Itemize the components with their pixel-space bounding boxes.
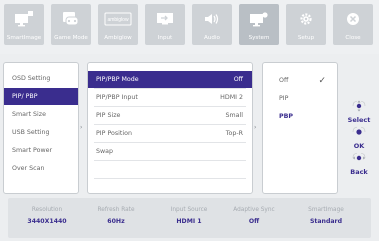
ok-control[interactable]: OK xyxy=(344,123,374,150)
gear-icon xyxy=(286,10,326,28)
back-control[interactable]: Back xyxy=(344,149,374,176)
menu-item-smart-power[interactable]: Smart Power xyxy=(4,142,78,159)
setting-row-pip-position[interactable]: PIP Position Top-R xyxy=(88,125,252,142)
menu-item-over-scan[interactable]: Over Scan xyxy=(4,160,78,177)
close-icon xyxy=(333,10,373,28)
ambiglow-logo-text: ambiglow xyxy=(107,17,129,23)
tab-label: SmartImage xyxy=(6,35,42,41)
tab-close[interactable]: Close xyxy=(333,4,373,45)
select-joystick-icon xyxy=(344,97,374,116)
system-icon xyxy=(239,10,279,28)
speaker-icon xyxy=(192,10,232,28)
tab-game-mode[interactable]: Game Mode xyxy=(51,4,91,45)
option-pip[interactable]: PIP xyxy=(263,90,337,107)
divider xyxy=(94,178,246,179)
input-icon xyxy=(145,10,185,28)
tab-audio[interactable]: Audio xyxy=(192,4,232,45)
option-pbp[interactable]: PBP xyxy=(263,108,337,125)
status-refresh-rate: Refresh Rate 60Hz xyxy=(97,207,135,225)
status-bar: Resolution 3440X1440 Refresh Rate 60Hz Inp… xyxy=(8,198,371,238)
tab-input[interactable]: Input xyxy=(145,4,185,45)
chevron-right-icon: › xyxy=(254,124,257,131)
checkmark-icon: ✓ xyxy=(318,75,326,86)
tab-label: System xyxy=(248,35,270,41)
gamepad-icon xyxy=(51,10,91,28)
smartimage-icon xyxy=(4,10,44,28)
menu-item-pip-pbp[interactable]: PIP/ PBP xyxy=(4,88,78,105)
tab-smartimage[interactable]: SmartImage xyxy=(4,4,44,45)
status-smartimage: SmartImage Standard xyxy=(308,207,344,225)
status-resolution: Resolution 3440X1440 xyxy=(27,207,67,225)
setting-row-pip-pbp-input[interactable]: PIP/PBP Input HDMI 2 xyxy=(88,89,252,106)
menu-item-smart-size[interactable]: Smart Size xyxy=(4,106,78,123)
tab-label: Close xyxy=(345,35,361,41)
setting-row-pip-pbp-mode[interactable]: PIP/PBP Mode Off xyxy=(88,71,252,88)
tab-label: Audio xyxy=(204,35,220,41)
setting-row-swap[interactable]: Swap xyxy=(88,143,252,160)
back-joystick-icon xyxy=(344,149,374,168)
select-control[interactable]: Select xyxy=(344,97,374,124)
mode-options-panel: Off ✓ PIP PBP xyxy=(262,62,338,194)
tab-label: Ambiglow xyxy=(104,35,132,41)
ok-joystick-icon xyxy=(344,123,374,142)
tab-label: Input xyxy=(157,35,173,41)
ambiglow-icon: ambiglow xyxy=(98,10,138,28)
system-submenu: OSD Setting PIP/ PBP Smart Size USB Sett… xyxy=(3,62,79,194)
tab-label: Game Mode xyxy=(54,35,88,41)
pip-pbp-panel: PIP/PBP Mode Off PIP/PBP Input HDMI 2 PIP … xyxy=(87,62,253,194)
tab-setup[interactable]: Setup xyxy=(286,4,326,45)
tab-system[interactable]: System xyxy=(239,4,279,45)
tab-label: Setup xyxy=(297,35,315,41)
divider xyxy=(94,160,246,161)
status-adaptive-sync: Adaptive Sync Off xyxy=(233,207,275,225)
chevron-right-icon: › xyxy=(80,124,83,131)
top-menu-bar: SmartImage Game Mode ambiglow Ambiglow I… xyxy=(0,0,379,54)
option-off[interactable]: Off ✓ xyxy=(263,72,337,89)
menu-item-osd-setting[interactable]: OSD Setting xyxy=(4,70,78,87)
status-input-source: Input Source HDMI 1 xyxy=(170,207,208,225)
setting-row-pip-size[interactable]: PIP Size Small xyxy=(88,107,252,124)
tab-ambiglow[interactable]: ambiglow Ambiglow xyxy=(98,4,138,45)
menu-item-usb-setting[interactable]: USB Setting xyxy=(4,124,78,141)
